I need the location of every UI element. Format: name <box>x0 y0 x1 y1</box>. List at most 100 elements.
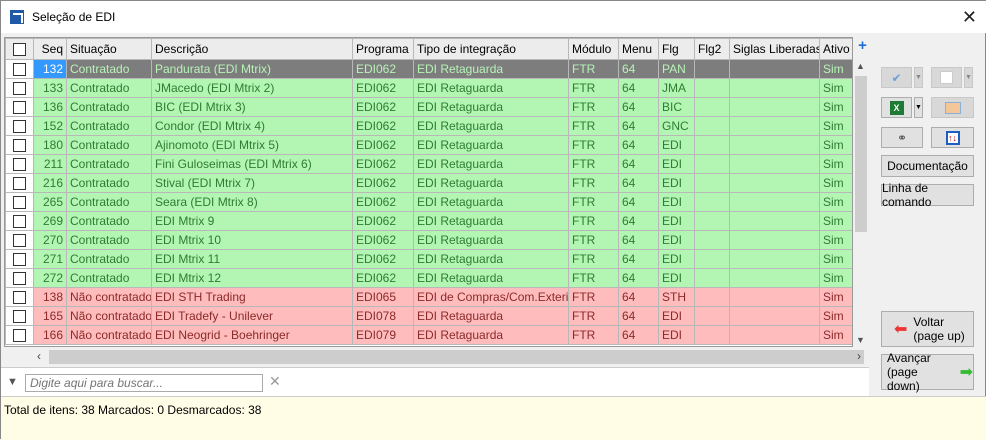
voltar-button[interactable]: ⬅ Voltar (page up) <box>881 311 974 347</box>
cell-siglas <box>729 78 820 98</box>
row-checkbox[interactable] <box>5 154 34 174</box>
row-checkbox[interactable] <box>5 173 34 193</box>
scroll-up-icon[interactable]: ▲ <box>856 61 865 71</box>
table-row[interactable]: 271 Contratado EDI Mtrix 11 EDI062 EDI Retag… <box>5 249 852 269</box>
export-excel-button[interactable]: X <box>881 97 912 118</box>
column-header-modulo[interactable]: Módulo <box>568 38 619 60</box>
clear-search-icon[interactable]: ✕ <box>269 373 281 390</box>
row-checkbox[interactable] <box>5 59 34 79</box>
import-button[interactable] <box>931 97 974 118</box>
cell-ativo: Sim <box>819 78 852 98</box>
vertical-scrollbar[interactable]: ▲ ▼ <box>853 59 869 347</box>
cell-modulo: FTR <box>568 325 619 345</box>
filter-icon[interactable]: ▼ <box>7 376 18 388</box>
cell-menu: 64 <box>618 287 659 307</box>
cell-siglas <box>729 230 820 250</box>
search-input[interactable] <box>25 374 263 392</box>
table-row[interactable]: 136 Contratado BIC (EDI Mtrix 3) EDI062 EDI … <box>5 97 852 117</box>
column-header-siglas[interactable]: Siglas Liberadas <box>729 38 820 60</box>
column-header-flg2[interactable]: Flg2 <box>694 38 730 60</box>
select-all-checkbox[interactable] <box>5 38 34 60</box>
table-row[interactable]: 272 Contratado EDI Mtrix 12 EDI062 EDI Retag… <box>5 268 852 288</box>
row-checkbox[interactable] <box>5 325 34 345</box>
close-button[interactable]: ✕ <box>962 7 977 28</box>
documentacao-button[interactable]: Documentação <box>881 155 974 177</box>
chevron-down-icon: ▼ <box>915 104 922 111</box>
column-header-programa[interactable]: Programa <box>352 38 414 60</box>
cell-modulo: FTR <box>568 78 619 98</box>
scroll-left-icon[interactable]: ‹ <box>37 349 41 363</box>
find-button[interactable]: ⚭ <box>881 127 923 148</box>
cell-modulo: FTR <box>568 116 619 136</box>
cell-situacao: Contratado <box>66 154 152 174</box>
horizontal-scrollbar[interactable]: ‹ › <box>4 347 869 367</box>
cell-flg: EDI <box>658 249 695 269</box>
chevron-down-icon: ▼ <box>965 74 972 81</box>
table-row[interactable]: 132 Contratado Pandurata (EDI Mtrix) EDI062… <box>5 59 852 79</box>
table-row[interactable]: 265 Contratado Seara (EDI Mtrix 8) EDI062 ED… <box>5 192 852 212</box>
column-header-situacao[interactable]: Situação <box>66 38 152 60</box>
row-checkbox[interactable] <box>5 287 34 307</box>
column-header-flg[interactable]: Flg <box>658 38 695 60</box>
scroll-right-icon[interactable]: › <box>857 349 861 363</box>
cell-flg2 <box>694 78 730 98</box>
avancar-sublabel: (page down) <box>887 365 920 393</box>
table-row[interactable]: 269 Contratado EDI Mtrix 9 EDI062 EDI Retagu… <box>5 211 852 231</box>
table-row[interactable]: 138 Não contratado EDI STH Trading EDI065 ED… <box>5 287 852 307</box>
avancar-button[interactable]: Avançar (page down) ➡ <box>881 351 974 393</box>
scroll-down-icon[interactable]: ▼ <box>856 335 865 345</box>
table-row[interactable]: 165 Não contratado EDI Tradefy - Unilever E… <box>5 306 852 326</box>
sort-button[interactable]: ↑↓ <box>931 127 974 148</box>
cell-descricao: BIC (EDI Mtrix 3) <box>151 97 353 117</box>
table-row[interactable]: 152 Contratado Condor (EDI Mtrix 4) EDI062 E… <box>5 116 852 136</box>
cell-menu: 64 <box>618 211 659 231</box>
check-all-dropdown[interactable]: ▼ <box>914 67 923 88</box>
row-checkbox[interactable] <box>5 116 34 136</box>
cell-flg2 <box>694 173 730 193</box>
cell-programa: EDI062 <box>352 135 414 155</box>
cell-seq: 136 <box>33 97 67 117</box>
column-header-ativo[interactable]: Ativo <box>819 38 852 60</box>
cell-siglas <box>729 287 820 307</box>
row-checkbox[interactable] <box>5 230 34 250</box>
row-checkbox[interactable] <box>5 211 34 231</box>
table-row[interactable]: 180 Contratado Ajinomoto (EDI Mtrix 5) EDI0… <box>5 135 852 155</box>
cell-seq: 152 <box>33 116 67 136</box>
cell-modulo: FTR <box>568 249 619 269</box>
row-checkbox[interactable] <box>5 78 34 98</box>
cell-programa: EDI078 <box>352 306 414 326</box>
cell-situacao: Contratado <box>66 230 152 250</box>
column-header-descricao[interactable]: Descrição <box>151 38 353 60</box>
cell-programa: EDI062 <box>352 211 414 231</box>
uncheck-all-button[interactable] <box>931 67 962 88</box>
cell-flg: EDI <box>658 268 695 288</box>
cell-ativo: Sim <box>819 230 852 250</box>
table-row[interactable]: 133 Contratado JMacedo (EDI Mtrix 2) EDI062… <box>5 78 852 98</box>
table-row[interactable]: 270 Contratado EDI Mtrix 10 EDI062 EDI Retag… <box>5 230 852 250</box>
vertical-scroll-thumb[interactable] <box>855 76 867 232</box>
row-checkbox[interactable] <box>5 135 34 155</box>
table-row[interactable]: 211 Contratado Fini Guloseimas (EDI Mtrix … <box>5 154 852 174</box>
grid-header: Seq Situação Descrição Programa Tipo de … <box>5 38 852 60</box>
export-dropdown[interactable]: ▼ <box>914 97 923 118</box>
row-checkbox[interactable] <box>5 97 34 117</box>
check-all-button[interactable]: ✔ <box>881 67 912 88</box>
add-column-icon[interactable]: + <box>856 38 869 53</box>
uncheck-all-dropdown[interactable]: ▼ <box>964 67 973 88</box>
cell-siglas <box>729 249 820 269</box>
row-checkbox[interactable] <box>5 192 34 212</box>
cell-menu: 64 <box>618 97 659 117</box>
cell-menu: 64 <box>618 192 659 212</box>
table-row[interactable]: 216 Contratado Stival (EDI Mtrix 7) EDI062 E… <box>5 173 852 193</box>
cell-flg2 <box>694 211 730 231</box>
table-row[interactable]: 166 Não contratado EDI Neogrid - Boehringe… <box>5 325 852 345</box>
row-checkbox[interactable] <box>5 249 34 269</box>
row-checkbox[interactable] <box>5 268 34 288</box>
cell-descricao: Fini Guloseimas (EDI Mtrix 6) <box>151 154 353 174</box>
column-header-menu[interactable]: Menu <box>618 38 659 60</box>
row-checkbox[interactable] <box>5 306 34 326</box>
linha-de-comando-button[interactable]: Linha de comando <box>881 181 974 209</box>
column-header-seq[interactable]: Seq <box>33 38 67 60</box>
column-header-tipo[interactable]: Tipo de integração <box>413 38 569 60</box>
horizontal-scroll-thumb[interactable] <box>49 350 864 364</box>
